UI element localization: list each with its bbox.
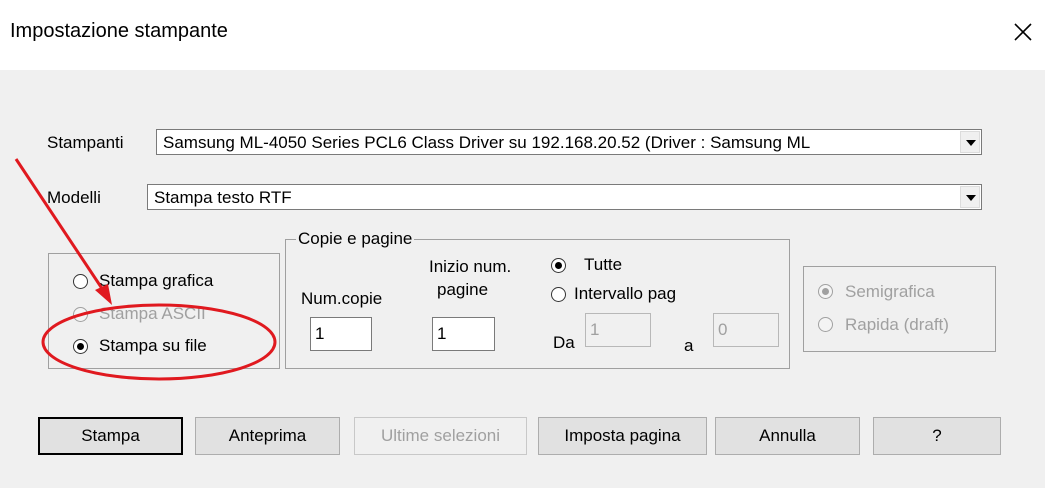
annotation-arrow-line xyxy=(14,158,107,294)
annotation-arrow-head xyxy=(95,284,112,305)
annotation-highlight-ellipse xyxy=(41,303,277,381)
printer-setup-dialog: Impostazione stampante Stampanti Samsung… xyxy=(0,0,1045,488)
annotation-overlay xyxy=(14,158,277,381)
